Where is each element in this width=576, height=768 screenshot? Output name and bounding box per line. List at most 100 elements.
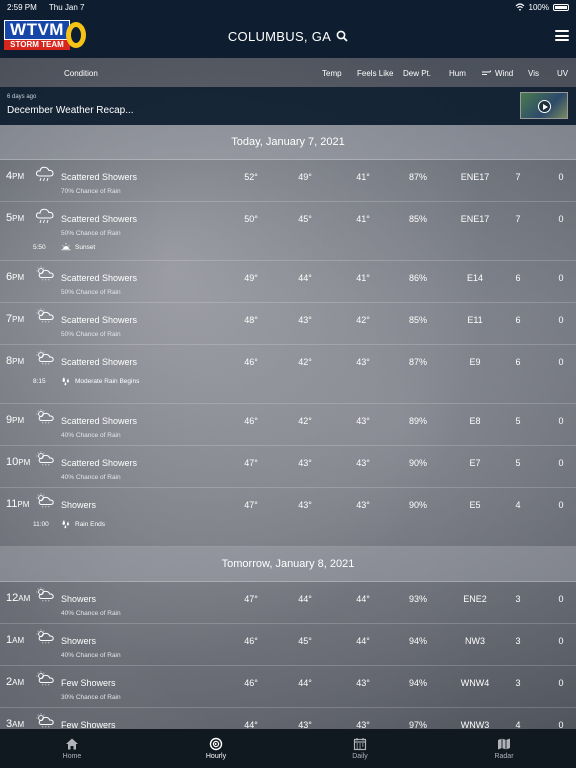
hour-ampm: PM <box>12 416 25 425</box>
feels-like-value: 45° <box>298 636 312 646</box>
sun-cloud-rain-icon <box>36 308 54 324</box>
col-feels-like: Feels Like <box>357 69 394 78</box>
day-header: Tomorrow, January 8, 2021 <box>0 547 576 582</box>
hour-row[interactable]: 2AM Few Showers 30% Chance of Rain 46° 44° 43… <box>0 666 576 708</box>
tab-bar: Home Hourly Daily Radar <box>0 729 576 768</box>
feels-like-value: 43° <box>298 720 312 729</box>
sun-cloud-rain-icon <box>36 629 54 645</box>
hour-row[interactable]: 8PM Scattered Showers 46° 42° 43° 87% E9 6 0 8:15… <box>0 345 576 404</box>
chance-of-rain: 40% Chance of Rain <box>61 474 121 481</box>
event-time: 11:00 <box>33 521 49 528</box>
sun-cloud-rain-icon <box>36 713 54 729</box>
temp-value: 46° <box>244 416 258 426</box>
hour-time: 4PM <box>6 170 24 182</box>
calendar-icon <box>353 738 367 751</box>
feels-like-value: 43° <box>298 458 312 468</box>
hour-row[interactable]: 5PM Scattered Showers 50% Chance of Rain 50… <box>0 202 576 261</box>
hour-ampm: PM <box>12 357 25 366</box>
raindrops-icon <box>62 377 69 386</box>
tab-daily[interactable]: Daily <box>288 729 432 768</box>
feels-like-value: 43° <box>298 500 312 510</box>
temp-value: 47° <box>244 458 258 468</box>
condition-text: Scattered Showers <box>61 214 138 224</box>
logo-main-text: WTVM <box>4 20 70 40</box>
hour-ampm: PM <box>18 458 31 467</box>
hour-ampm: PM <box>12 315 25 324</box>
hour-row[interactable]: 4PM Scattered Showers 70% Chance of Rain 52… <box>0 160 576 202</box>
humidity-value: 87% <box>408 172 427 182</box>
dew-point-value: 42° <box>356 315 370 325</box>
app-header: WTVM STORM TEAM COLUMBUS, GA <box>0 14 576 58</box>
tab-label: Hourly <box>205 753 227 760</box>
hour-ampm: AM <box>12 636 25 645</box>
hour-row[interactable]: 9PM Scattered Showers 40% Chance of Rain 46… <box>0 404 576 446</box>
news-banner[interactable]: 6 days ago December Weather Recap... <box>0 87 576 125</box>
tab-hourly[interactable]: Hourly <box>144 729 288 768</box>
hour-row[interactable]: 3AMFew Showers30% Chance of Rain44°43°43… <box>0 708 576 729</box>
temp-value: 46° <box>244 357 258 367</box>
dew-point-value: 44° <box>356 636 370 646</box>
hour-ampm: AM <box>12 678 25 687</box>
temp-value: 49° <box>244 273 258 283</box>
condition-text: Showers <box>61 594 97 604</box>
location-selector[interactable]: COLUMBUS, GA <box>228 29 348 44</box>
uv-value: 0 <box>558 273 564 283</box>
hour-row[interactable]: 12AM Showers 40% Chance of Rain 47° 44° 44° 93… <box>0 582 576 624</box>
col-hum: Hum <box>449 69 466 78</box>
wifi-icon <box>515 3 524 11</box>
sun-cloud-rain-icon <box>36 266 54 282</box>
humidity-value: 85% <box>408 315 427 325</box>
hour-number: 10 <box>6 456 19 468</box>
tab-label: Radar <box>494 753 514 760</box>
temp-value: 44° <box>244 720 258 729</box>
dew-point-value: 43° <box>356 416 370 426</box>
hour-time: 12AM <box>6 592 30 604</box>
col-wind: Wind <box>495 69 514 78</box>
humidity-value: 94% <box>408 678 427 688</box>
condition-text: Scattered Showers <box>61 172 138 182</box>
hour-row[interactable]: 11PM Showers 47° 43° 43° 90% E5 4 0 11:00 Rain End… <box>0 488 576 547</box>
tab-radar[interactable]: Radar <box>432 729 576 768</box>
condition-text: Few Showers <box>61 678 116 688</box>
dew-point-value: 41° <box>356 172 370 182</box>
station-logo[interactable]: WTVM STORM TEAM <box>4 20 88 52</box>
chance-of-rain: 40% Chance of Rain <box>61 610 121 617</box>
condition-text: Showers <box>61 500 97 510</box>
uv-value: 0 <box>558 636 564 646</box>
hourly-forecast-list[interactable]: Today, January 7, 2021 4PM Scattered Showe… <box>0 125 576 729</box>
temp-value: 46° <box>244 636 258 646</box>
hour-time: 5PM <box>6 212 24 224</box>
sun-cloud-rain-icon <box>36 409 54 425</box>
raindrops-icon <box>62 520 69 529</box>
chance-of-rain: 50% Chance of Rain <box>61 289 121 296</box>
dew-point-value: 43° <box>356 357 370 367</box>
feels-like-value: 44° <box>298 678 312 688</box>
humidity-value: 90% <box>408 500 427 510</box>
hour-row[interactable]: 6PM Scattered Showers 50% Chance of Rain 49… <box>0 261 576 303</box>
search-icon[interactable] <box>336 30 348 42</box>
hour-time: 8PM <box>6 355 24 367</box>
hour-row[interactable]: 1AM Showers 40% Chance of Rain 46° 45° 44° 94%… <box>0 624 576 666</box>
hour-row[interactable]: 10PM Scattered Showers 40% Chance of Rain 4… <box>0 446 576 488</box>
city-name: COLUMBUS, GA <box>227 28 332 44</box>
video-thumbnail[interactable] <box>520 92 568 119</box>
feels-like-value: 49° <box>298 172 312 182</box>
condition-text: Scattered Showers <box>61 315 138 325</box>
status-date: Thu Jan 7 <box>48 2 85 12</box>
sun-cloud-rain-icon <box>36 350 54 366</box>
chance-of-rain: 40% Chance of Rain <box>61 652 121 659</box>
col-temp: Temp <box>322 69 342 78</box>
hour-time: 6PM <box>6 271 24 283</box>
temp-value: 50° <box>244 214 258 224</box>
hour-ampm: AM <box>12 720 25 729</box>
humidity-value: 94% <box>408 636 427 646</box>
play-icon[interactable] <box>538 100 551 113</box>
feels-like-value: 44° <box>298 273 312 283</box>
hamburger-menu-icon[interactable] <box>555 30 569 41</box>
tab-home[interactable]: Home <box>0 729 144 768</box>
chance-of-rain: 70% Chance of Rain <box>61 188 121 195</box>
hour-ampm: AM <box>18 594 31 603</box>
condition-text: Scattered Showers <box>61 357 138 367</box>
home-icon <box>66 738 78 750</box>
hour-row[interactable]: 7PM Scattered Showers 50% Chance of Rain 48… <box>0 303 576 345</box>
